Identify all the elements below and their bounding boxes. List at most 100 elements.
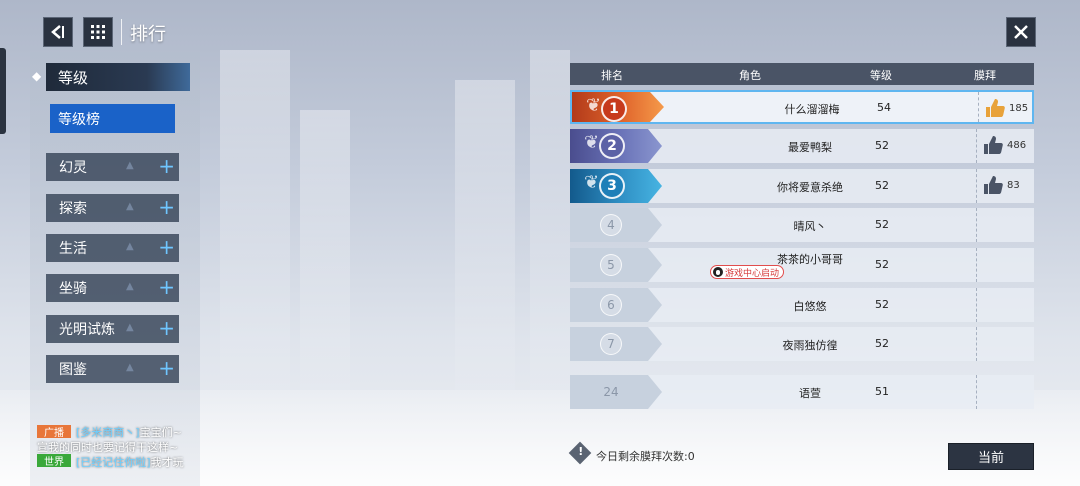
category-level[interactable]: ◆ 等级: [32, 63, 190, 91]
rank-number: 4: [600, 214, 622, 236]
rank-number: 7: [600, 333, 622, 355]
player-level: 52: [875, 298, 889, 311]
rank-medal: 3: [599, 173, 625, 199]
category-codex[interactable]: 图鉴 ▲ +: [46, 355, 179, 383]
table-row[interactable]: 6 白悠悠 52: [570, 288, 1034, 322]
category-label: 坐骑: [59, 281, 87, 297]
menu-button[interactable]: [83, 17, 113, 47]
player-level: 52: [875, 258, 889, 271]
player-level: 52: [875, 218, 889, 231]
table-row[interactable]: 5 茶茶的小哥哥 游戏中心启动 52: [570, 248, 1034, 282]
laurel-icon: ❦: [584, 132, 600, 153]
rank-cell: 4: [570, 208, 662, 242]
triangle-deco-icon: ▲: [126, 362, 134, 373]
rank-cell: 7: [570, 327, 662, 361]
rank-medal: 1: [601, 96, 627, 122]
player-level: 52: [875, 139, 889, 152]
rank-number: 24: [603, 385, 619, 399]
triangle-deco-icon: ▲: [126, 160, 134, 171]
worship-divider: [976, 169, 978, 203]
worship-divider: [976, 327, 978, 361]
bg-pillar: [455, 80, 515, 390]
thumbs-up-icon[interactable]: [982, 134, 1004, 156]
plus-icon: +: [158, 195, 175, 219]
bg-pillar: [220, 50, 290, 390]
grid-menu-icon: [91, 25, 105, 39]
category-label: 光明试炼: [59, 322, 115, 338]
category-label: 图鉴: [59, 362, 87, 378]
close-button[interactable]: [1006, 17, 1036, 47]
thumbs-up-icon[interactable]: [982, 174, 1004, 196]
chat-user[interactable]: [已经记住你啦]: [76, 456, 151, 469]
rank-number: 5: [600, 254, 622, 276]
worship-divider: [976, 248, 978, 282]
page-title: 排行: [130, 24, 166, 45]
plus-icon: +: [158, 316, 175, 340]
penguin-icon: [713, 267, 723, 277]
triangle-deco-icon: ▲: [126, 201, 134, 212]
category-life[interactable]: 生活 ▲ +: [46, 234, 179, 262]
triangle-deco-icon: ▲: [126, 281, 134, 292]
triangle-deco-icon: ▲: [126, 241, 134, 252]
rank-number: 6: [600, 294, 622, 316]
player-level: 51: [875, 385, 889, 398]
table-row[interactable]: ❦ 1 什么溜溜梅 54 185: [570, 90, 1034, 124]
back-button[interactable]: [43, 17, 73, 47]
chat-text: 宝宝们~: [139, 426, 182, 439]
chat-tag-world: 世界: [37, 454, 71, 468]
badge-label: 游戏中心启动: [725, 268, 780, 279]
header-rank: 排名: [601, 69, 623, 82]
worship-divider: [976, 129, 978, 163]
player-level: 52: [875, 179, 889, 192]
worship-divider: [976, 208, 978, 242]
close-icon: [1014, 25, 1028, 39]
table-row[interactable]: 4 晴风丶 52: [570, 208, 1034, 242]
header-worship: 膜拜: [974, 69, 996, 82]
category-label: 生活: [59, 241, 87, 257]
rank-cell: 24: [570, 375, 662, 409]
left-edge-accent: [0, 48, 6, 134]
triangle-deco-icon: ▲: [126, 322, 134, 333]
chat-user[interactable]: [多米商商丶]: [76, 426, 140, 439]
chat-message[interactable]: [已经记住你啦]我才玩: [76, 454, 184, 470]
category-level-label: 等级: [58, 68, 89, 87]
laurel-icon: ❦: [584, 172, 600, 193]
table-header: 排名 角色 等级 膜拜: [570, 63, 1034, 85]
category-label: 幻灵: [59, 160, 87, 176]
worship-divider: [976, 375, 978, 409]
remaining-worship-text: 今日剩余膜拜次数:0: [596, 450, 695, 463]
active-marker-icon: ◆: [32, 69, 42, 83]
table-row[interactable]: 7 夜雨独仿徨 52: [570, 327, 1034, 361]
table-row[interactable]: ❦ 2 最爱鸭梨 52 486: [570, 129, 1034, 163]
current-button[interactable]: 当前: [948, 443, 1034, 470]
plus-icon: +: [158, 154, 175, 178]
category-trial[interactable]: 光明试炼 ▲ +: [46, 315, 179, 343]
chat-tag-broadcast: 广播: [37, 425, 71, 439]
chat-text: 我才玩: [150, 456, 184, 469]
worship-count: 486: [1007, 140, 1027, 151]
worship-divider: [978, 92, 980, 122]
title-separator: [121, 19, 122, 45]
rank-cell: ❦ 3: [570, 169, 662, 203]
back-arrow-icon: [51, 25, 64, 39]
category-mount[interactable]: 坐骑 ▲ +: [46, 274, 179, 302]
category-huanling[interactable]: 幻灵 ▲ +: [46, 153, 179, 181]
self-rank-row[interactable]: 24 语萱 51: [570, 375, 1034, 409]
header-role: 角色: [739, 69, 761, 82]
category-explore[interactable]: 探索 ▲ +: [46, 194, 179, 222]
sub-item-level-rank[interactable]: 等级榜: [50, 104, 175, 133]
category-label: 探索: [59, 201, 87, 217]
bg-pillar: [530, 50, 570, 390]
table-row[interactable]: ❦ 3 你将爱意杀绝 52 83: [570, 169, 1034, 203]
laurel-icon: ❦: [586, 95, 602, 116]
plus-icon: +: [158, 275, 175, 299]
thumbs-up-icon[interactable]: [984, 97, 1006, 119]
worship-divider: [976, 288, 978, 322]
rank-medal: 2: [599, 133, 625, 159]
plus-icon: +: [158, 356, 175, 380]
worship-count: 83: [1007, 180, 1020, 191]
player-level: 54: [877, 101, 891, 114]
chat-message[interactable]: [多米商商丶]宝宝们~: [76, 424, 182, 440]
player-level: 52: [875, 337, 889, 350]
rank-cell: 5: [570, 248, 662, 282]
